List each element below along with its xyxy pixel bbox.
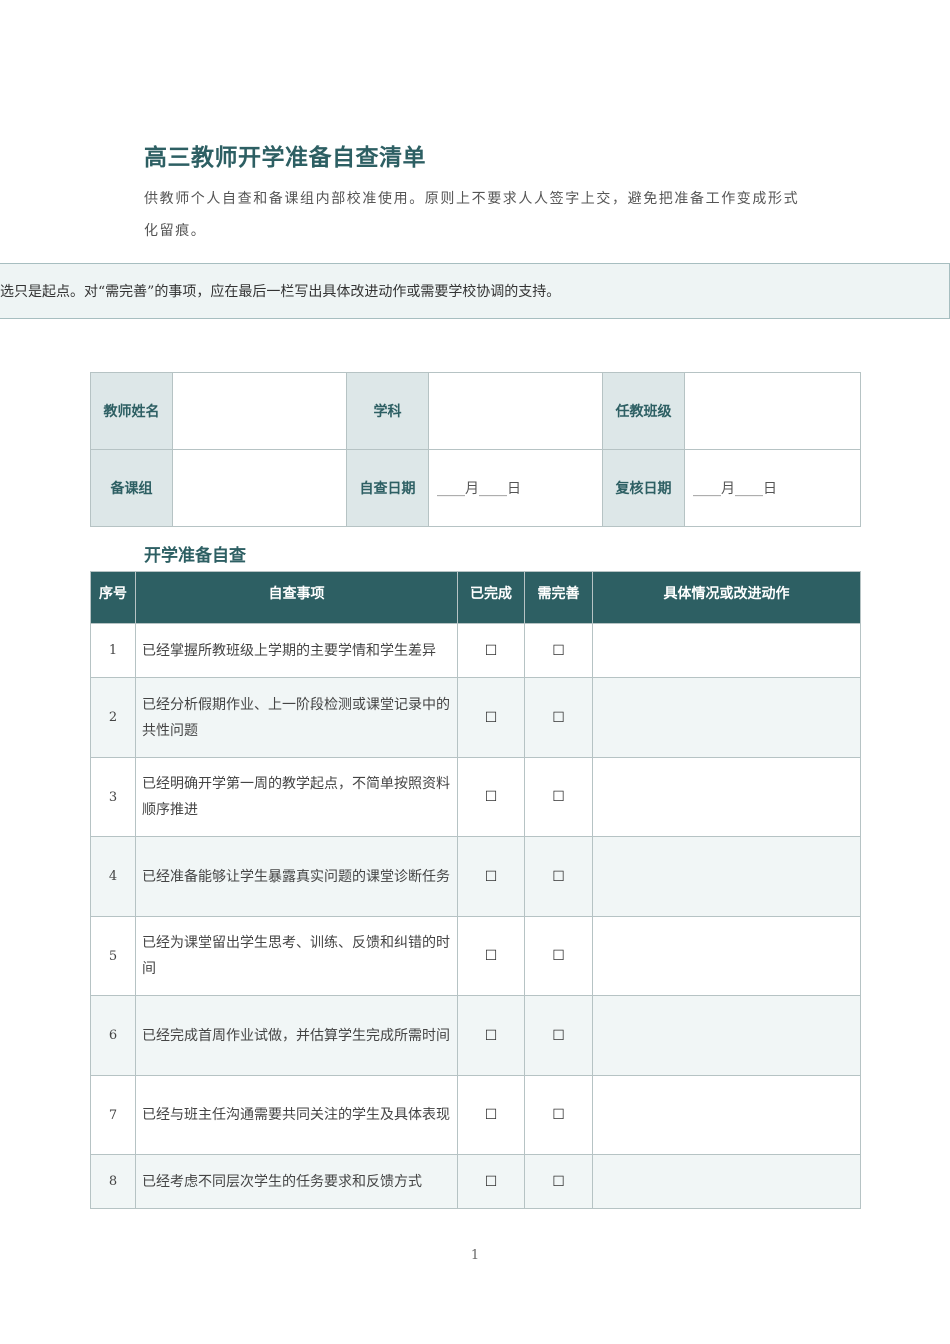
page-number: 1	[470, 1248, 480, 1263]
self-check-date-field[interactable]: ____月____日	[428, 449, 603, 527]
row-item: 已经考虑不同层次学生的任务要求和反馈方式	[135, 1154, 458, 1209]
table-row: 3 已经明确开学第一周的教学起点，不简单按照资料顺序推进 ☐ ☐	[90, 757, 861, 837]
done-checkbox[interactable]: ☐	[457, 623, 525, 678]
improve-checkbox[interactable]: ☐	[524, 623, 593, 678]
section-title: 开学准备自查	[144, 546, 246, 566]
col-header-done: 已完成	[457, 571, 525, 624]
intro-text: 供教师个人自查和备课组内部校准使用。原则上不要求人人签字上交，避免把准备工作变成…	[144, 191, 800, 239]
info-row-1: 教师姓名 学科 任教班级	[90, 372, 861, 450]
done-checkbox[interactable]: ☐	[457, 757, 525, 837]
checklist-table: 序号 自查事项 已完成 需完善 具体情况或改进动作 1 已经掌握所教班级上学期的…	[90, 571, 861, 1209]
table-row: 8 已经考虑不同层次学生的任务要求和反馈方式 ☐ ☐	[90, 1154, 861, 1209]
done-checkbox[interactable]: ☐	[457, 1075, 525, 1155]
table-row: 1 已经掌握所教班级上学期的主要学情和学生差异 ☐ ☐	[90, 623, 861, 678]
row-item: 已经掌握所教班级上学期的主要学情和学生差异	[135, 623, 458, 678]
action-field[interactable]	[592, 623, 861, 678]
col-header-action: 具体情况或改进动作	[592, 571, 861, 624]
col-header-num: 序号	[90, 571, 136, 624]
group-field[interactable]	[172, 449, 347, 527]
row-item: 已经与班主任沟通需要共同关注的学生及具体表现	[135, 1075, 458, 1155]
row-item: 已经分析假期作业、上一阶段检测或课堂记录中的共性问题	[135, 677, 458, 758]
row-number: 4	[90, 836, 136, 917]
review-date-field[interactable]: ____月____日	[684, 449, 861, 527]
table-row: 5 已经为课堂留出学生思考、训练、反馈和纠错的时间 ☐ ☐	[90, 916, 861, 996]
row-number: 7	[90, 1075, 136, 1155]
row-item: 已经完成首周作业试做，并估算学生完成所需时间	[135, 995, 458, 1076]
subject-label: 学科	[346, 372, 429, 450]
teacher-info-table: 教师姓名 学科 任教班级 备课组 自查日期 ____月____日 复核日期 __…	[90, 372, 861, 527]
improve-checkbox[interactable]: ☐	[524, 677, 593, 758]
table-row: 6 已经完成首周作业试做，并估算学生完成所需时间 ☐ ☐	[90, 995, 861, 1076]
row-number: 5	[90, 916, 136, 996]
improve-checkbox[interactable]: ☐	[524, 1154, 593, 1209]
action-field[interactable]	[592, 757, 861, 837]
improve-checkbox[interactable]: ☐	[524, 836, 593, 917]
row-number: 1	[90, 623, 136, 678]
done-checkbox[interactable]: ☐	[457, 1154, 525, 1209]
action-field[interactable]	[592, 916, 861, 996]
checklist-header: 序号 自查事项 已完成 需完善 具体情况或改进动作	[90, 571, 861, 624]
table-row: 4 已经准备能够让学生暴露真实问题的课堂诊断任务 ☐ ☐	[90, 836, 861, 917]
action-field[interactable]	[592, 1075, 861, 1155]
improve-checkbox[interactable]: ☐	[524, 757, 593, 837]
notice-box: 勾选只是起点。对“需完善”的事项，应在最后一栏写出具体改进动作或需要学校协调的支…	[0, 263, 950, 319]
action-field[interactable]	[592, 677, 861, 758]
row-number: 6	[90, 995, 136, 1076]
table-row: 2 已经分析假期作业、上一阶段检测或课堂记录中的共性问题 ☐ ☐	[90, 677, 861, 758]
teacher-name-label: 教师姓名	[90, 372, 173, 450]
table-row: 7 已经与班主任沟通需要共同关注的学生及具体表现 ☐ ☐	[90, 1075, 861, 1155]
row-number: 8	[90, 1154, 136, 1209]
info-row-2: 备课组 自查日期 ____月____日 复核日期 ____月____日	[90, 449, 861, 527]
done-checkbox[interactable]: ☐	[457, 916, 525, 996]
teacher-name-field[interactable]	[172, 372, 347, 450]
class-field[interactable]	[684, 372, 861, 450]
done-checkbox[interactable]: ☐	[457, 677, 525, 758]
group-label: 备课组	[90, 449, 173, 527]
row-item: 已经准备能够让学生暴露真实问题的课堂诊断任务	[135, 836, 458, 917]
row-number: 2	[90, 677, 136, 758]
row-number: 3	[90, 757, 136, 837]
action-field[interactable]	[592, 836, 861, 917]
done-checkbox[interactable]: ☐	[457, 995, 525, 1076]
notice-text: 勾选只是起点。对“需完善”的事项，应在最后一栏写出具体改进动作或需要学校协调的支…	[0, 284, 561, 300]
action-field[interactable]	[592, 1154, 861, 1209]
improve-checkbox[interactable]: ☐	[524, 995, 593, 1076]
subject-field[interactable]	[428, 372, 603, 450]
action-field[interactable]	[592, 995, 861, 1076]
self-check-date-label: 自查日期	[346, 449, 429, 527]
improve-checkbox[interactable]: ☐	[524, 916, 593, 996]
page-title: 高三教师开学准备自查清单	[144, 145, 426, 171]
row-item: 已经为课堂留出学生思考、训练、反馈和纠错的时间	[135, 916, 458, 996]
review-date-label: 复核日期	[602, 449, 685, 527]
improve-checkbox[interactable]: ☐	[524, 1075, 593, 1155]
row-item: 已经明确开学第一周的教学起点，不简单按照资料顺序推进	[135, 757, 458, 837]
done-checkbox[interactable]: ☐	[457, 836, 525, 917]
col-header-item: 自查事项	[135, 571, 458, 624]
col-header-improve: 需完善	[524, 571, 593, 624]
class-label: 任教班级	[602, 372, 685, 450]
